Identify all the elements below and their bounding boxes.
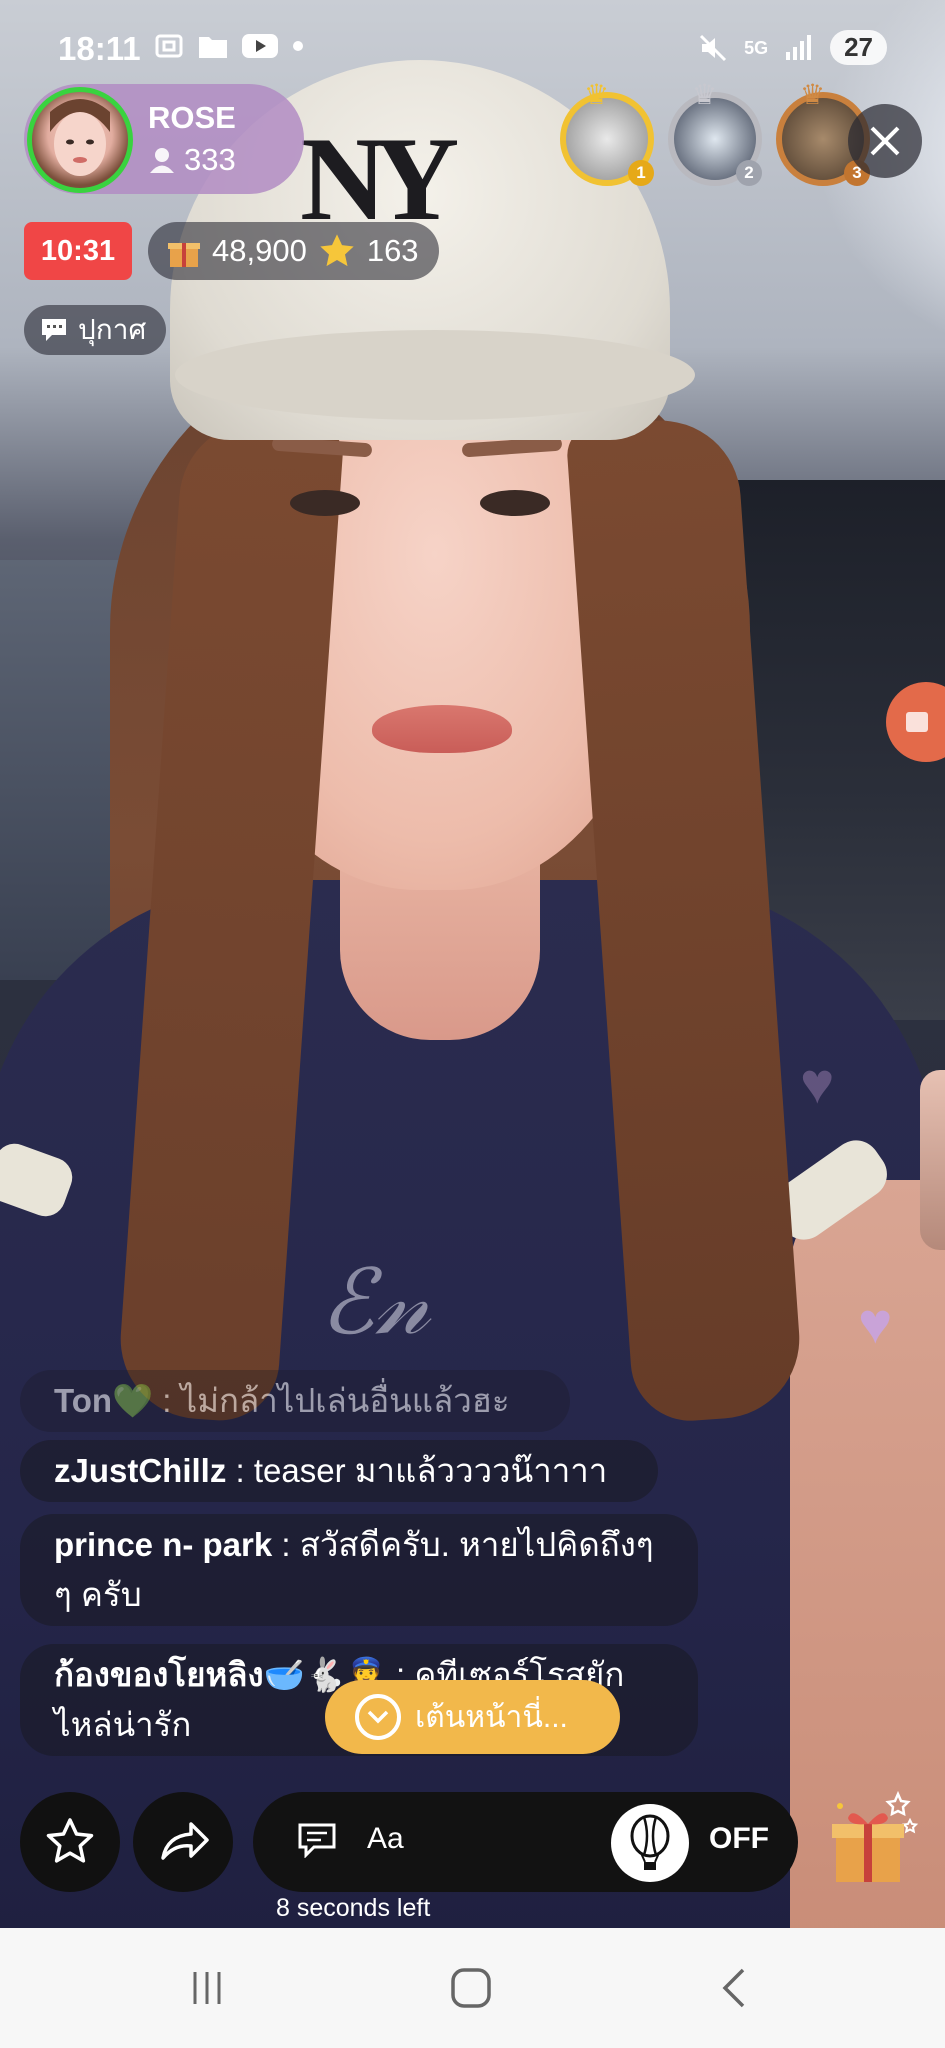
screenshot-icon bbox=[155, 34, 183, 58]
chat-text: teaser มาแล้ววววน๊าาาา bbox=[253, 1452, 608, 1489]
status-icons-right: 5G 27 bbox=[698, 30, 887, 65]
announcement-button[interactable]: ปุกาศ bbox=[24, 305, 167, 355]
status-icons-left bbox=[154, 32, 304, 60]
recent-apps-icon bbox=[193, 1972, 221, 2004]
status-time: 18:11 bbox=[58, 30, 141, 67]
chat-bubble-icon bbox=[42, 319, 66, 341]
star-count: 163 bbox=[366, 233, 419, 268]
notification-dot-icon bbox=[293, 41, 303, 51]
youtube-icon bbox=[242, 34, 278, 58]
top-fan-1[interactable]: ♛ 1 bbox=[560, 79, 654, 186]
hot-air-balloon-icon bbox=[630, 1814, 670, 1870]
viewer-count: 333 bbox=[148, 142, 236, 178]
streamer-card[interactable]: ROSE 333 bbox=[24, 84, 304, 194]
streamer-avatar[interactable] bbox=[27, 87, 133, 193]
side-preview-thumbnail[interactable] bbox=[920, 1070, 945, 1250]
fan-rank: 2 bbox=[736, 160, 762, 186]
streamer-name: ROSE bbox=[148, 100, 236, 135]
back-button[interactable] bbox=[700, 1958, 770, 2018]
camera-toggle-button[interactable] bbox=[886, 682, 945, 762]
gift-box-icon bbox=[832, 1790, 919, 1882]
chat-message: Ton💚 : ไม่กล้าไปเล่นอื่นแล้วฮะ bbox=[20, 1370, 570, 1432]
balloon-state: OFF bbox=[709, 1822, 769, 1855]
countdown-text: 8 seconds left bbox=[276, 1894, 431, 1922]
viewers-icon bbox=[150, 148, 174, 173]
home-button[interactable] bbox=[436, 1958, 506, 2018]
floating-heart-icon: ♥ bbox=[858, 1291, 893, 1356]
video-camera-icon bbox=[906, 712, 928, 732]
share-icon bbox=[161, 1822, 209, 1860]
network-type: 5G bbox=[744, 37, 769, 58]
chat-username[interactable]: zJustChillz bbox=[54, 1452, 226, 1489]
mute-icon bbox=[700, 34, 727, 61]
crown-icon: ♛ bbox=[584, 79, 610, 110]
back-icon bbox=[722, 1968, 745, 2008]
chat-text: ไม่กล้าไปเล่นอื่นแล้วฮะ bbox=[180, 1382, 510, 1419]
chat-username[interactable]: prince n- park bbox=[54, 1526, 272, 1563]
crown-icon: ♛ bbox=[800, 79, 826, 110]
dance-prompt-button[interactable]: เต้นหน้านี่... bbox=[325, 1680, 620, 1754]
close-icon bbox=[870, 126, 900, 156]
live-timer: 10:31 bbox=[24, 222, 132, 280]
shirt-print: ℰ𝓃 bbox=[320, 1250, 430, 1355]
chevron-down-icon bbox=[355, 1694, 401, 1740]
recent-apps-button[interactable] bbox=[172, 1958, 242, 2018]
lips bbox=[372, 705, 512, 753]
stats-pill[interactable]: 48,900 163 bbox=[148, 222, 439, 280]
chat-message: prince n- park : สวัสดีครับ. หายไปคิดถึง… bbox=[20, 1514, 698, 1626]
eye bbox=[480, 490, 550, 516]
battery-level: 27 bbox=[830, 30, 887, 65]
chat-username[interactable]: ก้องของโยหลิง🥣🐇👮 bbox=[54, 1656, 387, 1693]
avatar-face-icon bbox=[50, 99, 110, 176]
comment-input[interactable]: Aa bbox=[367, 1822, 404, 1856]
chat-message: zJustChillz : teaser มาแล้ววววน๊าาาา bbox=[20, 1440, 658, 1502]
share-button[interactable] bbox=[133, 1792, 233, 1892]
close-button[interactable] bbox=[848, 104, 922, 178]
floating-heart-icon: ♥ bbox=[800, 1051, 835, 1116]
top-fan-2[interactable]: ♛ 2 bbox=[668, 79, 762, 186]
crown-icon: ♛ bbox=[692, 79, 718, 110]
eye bbox=[290, 490, 360, 516]
hot-air-balloon-toggle[interactable] bbox=[611, 1804, 689, 1882]
star-outline-icon bbox=[46, 1818, 94, 1863]
favorite-button[interactable] bbox=[20, 1792, 120, 1892]
signal-icon bbox=[786, 34, 812, 60]
chat-username[interactable]: Ton💚 bbox=[54, 1382, 153, 1419]
gift-icon bbox=[168, 243, 200, 267]
gift-count: 48,900 bbox=[212, 233, 307, 268]
live-video-feed[interactable]: NY ℰ𝓃 bbox=[0, 0, 945, 1928]
comment-icon bbox=[298, 1823, 336, 1858]
folder-icon bbox=[199, 37, 227, 58]
top-fans: ♛ 1 ♛ 2 ♛ 3 bbox=[560, 79, 870, 186]
viewer-count-value: 333 bbox=[184, 142, 236, 177]
cap-brim bbox=[175, 330, 695, 420]
system-nav-bar bbox=[0, 1928, 945, 2048]
star-icon bbox=[320, 234, 354, 267]
comment-composer[interactable]: Aa OFF bbox=[253, 1792, 798, 1892]
dance-prompt-label: เต้นหน้านี่... bbox=[415, 1700, 568, 1734]
send-gift-button[interactable] bbox=[822, 1784, 922, 1894]
home-icon bbox=[451, 1968, 491, 2008]
announcement-label: ปุกาศ bbox=[78, 314, 147, 345]
fan-rank: 1 bbox=[628, 160, 654, 186]
